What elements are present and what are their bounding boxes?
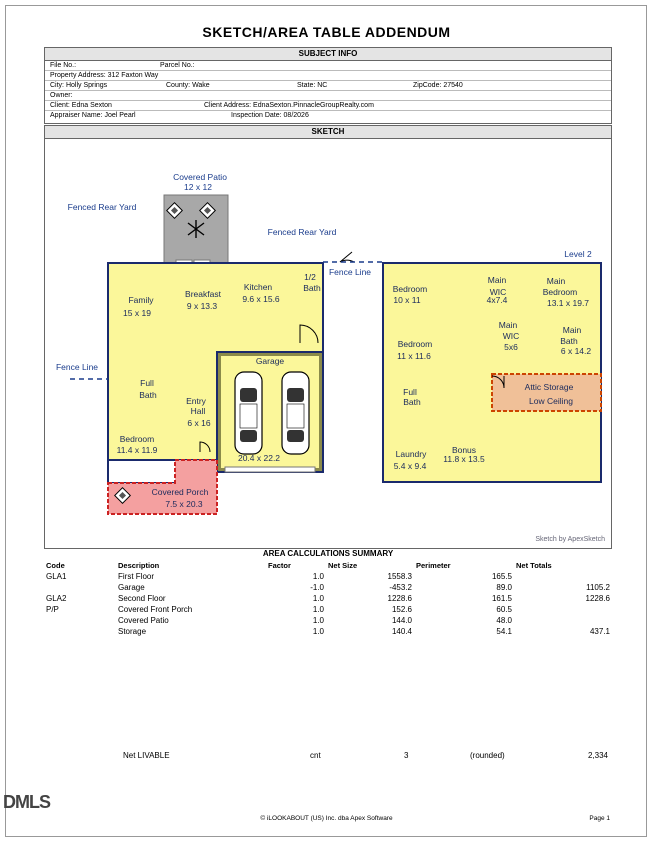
cell-description: Garage [118, 583, 145, 592]
cell-net-size: 144.0 [391, 616, 412, 625]
net-livable-count: 3 [404, 751, 409, 760]
info-row-address: Property Address: 312 Faxton Way [45, 71, 611, 81]
table-row: GLA2 Second Floor 1.0 1228.6 161.5 1228.… [44, 593, 612, 604]
cell-perimeter: 54.1 [496, 627, 512, 636]
county: County: Wake [166, 82, 210, 89]
file-no: File No.: [50, 62, 77, 69]
cell-factor: 1.0 [312, 616, 324, 625]
col-factor: Factor [268, 561, 291, 570]
property-address: Property Address: 312 Faxton Way [50, 72, 159, 79]
owner: Owner: [50, 92, 73, 99]
cell-perimeter: 165.5 [491, 572, 512, 581]
cell-code [44, 626, 116, 637]
cell-factor: 1.0 [312, 627, 324, 636]
sketch-header: SKETCH [45, 126, 611, 139]
info-row-city: City: Holly Springs County: Wake State: … [45, 81, 611, 91]
cell-net-total [514, 615, 612, 626]
inspection-date: Inspection Date: 08/2026 [231, 112, 309, 119]
sketch-credit: Sketch by ApexSketch [535, 536, 605, 543]
cell-net-total [514, 604, 612, 615]
col-description: Description [118, 561, 160, 570]
cell-net-size: 140.4 [391, 627, 412, 636]
cell-factor: 1.0 [312, 594, 324, 603]
footer-copyright: © iLOOKABOUT (US) Inc. dba Apex Software [260, 815, 393, 822]
col-net-totals: Net Totals [516, 561, 552, 570]
cell-net-total [514, 571, 612, 582]
dmls-watermark: DMLS [3, 792, 51, 812]
cell-net-total: 1105.2 [586, 583, 610, 592]
cell-net-total: 1228.6 [585, 594, 610, 603]
area-calc-header-row: Code Description Factor Net Size Perimet… [44, 560, 612, 571]
info-row-appraiser: Appraiser Name: Joel Pearl Inspection Da… [45, 111, 611, 120]
cell-code: GLA2 [46, 594, 67, 603]
cell-factor: -1.0 [310, 583, 324, 592]
cell-perimeter: 60.5 [496, 605, 512, 614]
sketch-section: SKETCH [44, 125, 612, 549]
client: Client: Edna Sexton [50, 102, 112, 109]
area-calculations-section: AREA CALCULATIONS SUMMARY Code Descripti… [44, 548, 612, 637]
col-perimeter: Perimeter [416, 561, 451, 570]
net-livable-unit: cnt [310, 751, 321, 760]
net-livable-label: Net LIVABLE [123, 751, 170, 760]
net-livable-total: 2,334 [587, 751, 608, 760]
table-row: Garage -1.0 -453.2 89.0 1105.2 [44, 582, 612, 593]
table-row: Storage 1.0 140.4 54.1 437.1 [44, 626, 612, 637]
cell-factor: 1.0 [312, 572, 324, 581]
table-row: P/P Covered Front Porch 1.0 152.6 60.5 [44, 604, 612, 615]
subject-info-header: SUBJECT INFO [45, 48, 611, 61]
cell-perimeter: 89.0 [496, 583, 512, 592]
cell-net-size: -453.2 [389, 583, 412, 592]
cell-description: Storage [118, 627, 147, 636]
cell-net-size: 1228.6 [387, 594, 412, 603]
net-livable-note: (rounded) [470, 751, 505, 760]
table-row: GLA1 First Floor 1.0 1558.3 165.5 [44, 571, 612, 582]
zipcode: ZipCode: 27540 [413, 82, 463, 89]
footer-page: Page 1 [589, 815, 610, 822]
cell-net-size: 1558.3 [387, 572, 412, 581]
cell-description: Covered Patio [118, 616, 169, 625]
state: State: NC [297, 82, 328, 89]
appraiser-name: Appraiser Name: Joel Pearl [50, 112, 136, 119]
cell-code [44, 615, 116, 626]
col-code: Code [46, 561, 65, 570]
info-row-file: File No.: Parcel No.: [45, 61, 611, 71]
subject-info-section: SUBJECT INFO File No.: Parcel No.: Prope… [44, 47, 612, 124]
info-row-owner: Owner: [45, 91, 611, 101]
cell-perimeter: 48.0 [496, 616, 512, 625]
info-row-client: Client: Edna Sexton Client Address: Edna… [45, 101, 611, 111]
cell-factor: 1.0 [312, 605, 324, 614]
parcel-no: Parcel No.: [160, 62, 195, 69]
cell-description: Second Floor [118, 594, 166, 603]
page-title: SKETCH/AREA TABLE ADDENDUM [202, 24, 451, 40]
col-net-size: Net Size [328, 561, 358, 570]
table-row: Covered Patio 1.0 144.0 48.0 [44, 615, 612, 626]
cell-code: GLA1 [46, 572, 67, 581]
city: City: Holly Springs [50, 82, 108, 89]
cell-net-size: 152.6 [391, 605, 412, 614]
cell-description: Covered Front Porch [118, 605, 193, 614]
cell-perimeter: 161.5 [491, 594, 512, 603]
client-address: Client Address: EdnaSexton.PinnacleGroup… [204, 102, 374, 109]
cell-code: P/P [46, 605, 59, 614]
cell-description: First Floor [118, 572, 154, 581]
cell-net-total: 437.1 [589, 627, 610, 636]
cell-code [44, 582, 116, 593]
net-livable-row: Net LIVABLE cnt 3 (rounded) 2,334 [44, 751, 612, 763]
area-calc-header: AREA CALCULATIONS SUMMARY [262, 549, 394, 558]
area-calc-table: Code Description Factor Net Size Perimet… [44, 560, 612, 637]
